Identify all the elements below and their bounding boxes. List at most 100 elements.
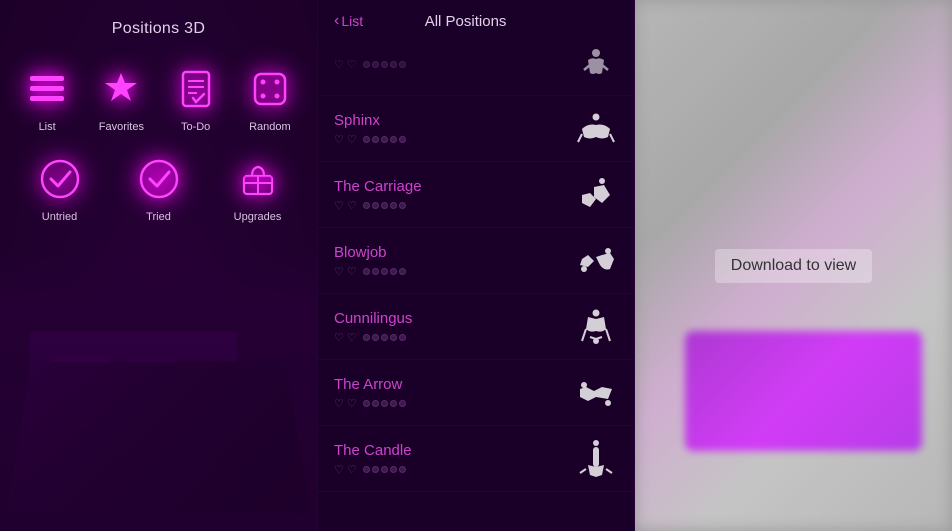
panel1-content: Positions 3D List (0, 0, 317, 243)
list-item-arrow[interactable]: The Arrow ♡ ♡ (318, 360, 634, 426)
dot5 (399, 400, 406, 407)
position-name: The Arrow (334, 376, 573, 393)
position-item-left: Blowjob ♡ ♡ (334, 244, 573, 278)
meta-heart-icons: ♡ ♡ (334, 199, 357, 212)
meta-heart-icons: ♡ ♡ (334, 133, 357, 146)
back-button[interactable]: ‹ List (334, 12, 363, 30)
position-thumb-partial (573, 42, 618, 87)
random-icon (244, 63, 296, 115)
list-item-partial[interactable]: ♡ ♡ (318, 38, 634, 96)
nav-favorites[interactable]: Favorites (89, 63, 153, 133)
icon-grid-main: List Favorites (15, 63, 302, 133)
position-meta: ♡ ♡ (334, 463, 573, 476)
dot1 (363, 136, 370, 143)
meta-dots (363, 268, 406, 275)
download-text[interactable]: Download to view (715, 249, 872, 283)
list-item-blowjob[interactable]: Blowjob ♡ ♡ (318, 228, 634, 294)
meta-dots (363, 61, 406, 68)
dot2 (372, 61, 379, 68)
position-thumb-sphinx (573, 106, 618, 151)
dot1 (363, 268, 370, 275)
panel-download: Download to view (635, 0, 952, 531)
dot4 (390, 268, 397, 275)
todo-icon (170, 63, 222, 115)
panel2-header: ‹ List All Positions (318, 0, 634, 38)
position-name: Blowjob (334, 244, 573, 261)
dot2 (372, 334, 379, 341)
nav-random[interactable]: Random (238, 63, 302, 133)
dot1 (363, 400, 370, 407)
position-name: The Carriage (334, 178, 573, 195)
panel-all-positions: ‹ List All Positions ♡ ♡ (317, 0, 635, 531)
meta-heart-icons: ♡ ♡ (334, 265, 357, 278)
favorites-icon (95, 63, 147, 115)
nav-tried[interactable]: Tried (114, 153, 203, 223)
list-item-carriage[interactable]: The Carriage ♡ ♡ (318, 162, 634, 228)
panel2-nav: ‹ List All Positions (334, 12, 618, 30)
untried-icon (34, 153, 86, 205)
dot1 (363, 466, 370, 473)
position-item-left: Sphinx ♡ ♡ (334, 112, 573, 146)
upgrades-label: Upgrades (234, 211, 282, 223)
dot3 (381, 334, 388, 341)
nav-todo[interactable]: To-Do (164, 63, 228, 133)
list-label: List (39, 121, 56, 133)
dot4 (390, 61, 397, 68)
nav-untried[interactable]: Untried (15, 153, 104, 223)
dot4 (390, 136, 397, 143)
dot5 (399, 202, 406, 209)
back-label: List (341, 13, 363, 29)
dot5 (399, 334, 406, 341)
dot4 (390, 334, 397, 341)
tried-icon (133, 153, 185, 205)
list-item-candle[interactable]: The Candle ♡ ♡ (318, 426, 634, 492)
dot3 (381, 466, 388, 473)
position-name: The Candle (334, 442, 573, 459)
nav-list[interactable]: List (15, 63, 79, 133)
tried-label: Tried (146, 211, 171, 223)
dot3 (381, 400, 388, 407)
list-item-sphinx[interactable]: Sphinx ♡ ♡ (318, 96, 634, 162)
random-label: Random (249, 121, 291, 133)
dot1 (363, 334, 370, 341)
position-item-left: Cunnilingus ♡ ♡ (334, 310, 573, 344)
position-item-left: The Carriage ♡ ♡ (334, 178, 573, 212)
panel3-content: Download to view (635, 0, 952, 531)
dot5 (399, 61, 406, 68)
list-item-cunnilingus[interactable]: Cunnilingus ♡ ♡ (318, 294, 634, 360)
meta-heart-icons: ♡ ♡ (334, 58, 357, 71)
position-meta: ♡ ♡ (334, 397, 573, 410)
dot4 (390, 400, 397, 407)
position-thumb-cunnilingus (573, 304, 618, 349)
meta-heart-icons: ♡ ♡ (334, 331, 357, 344)
position-item-left: ♡ ♡ (334, 58, 573, 71)
dot2 (372, 268, 379, 275)
favorites-label: Favorites (99, 121, 144, 133)
position-thumb-arrow (573, 370, 618, 415)
position-meta: ♡ ♡ (334, 265, 573, 278)
positions-list[interactable]: ♡ ♡ (318, 38, 634, 531)
dot3 (381, 202, 388, 209)
dot3 (381, 61, 388, 68)
meta-dots (363, 136, 406, 143)
position-name: Cunnilingus (334, 310, 573, 327)
panel-positions-3d: Positions 3D List (0, 0, 317, 531)
list-icon (21, 63, 73, 115)
meta-dots (363, 202, 406, 209)
position-thumb-carriage (573, 172, 618, 217)
dot2 (372, 136, 379, 143)
dot3 (381, 136, 388, 143)
nav-upgrades[interactable]: Upgrades (213, 153, 302, 223)
position-meta: ♡ ♡ (334, 58, 573, 71)
position-thumb-blowjob (573, 238, 618, 283)
position-name: Sphinx (334, 112, 573, 129)
dot5 (399, 268, 406, 275)
position-meta: ♡ ♡ (334, 199, 573, 212)
position-thumb-candle (573, 436, 618, 481)
meta-dots (363, 400, 406, 407)
meta-heart-icons: ♡ ♡ (334, 397, 357, 410)
dot2 (372, 400, 379, 407)
dot2 (372, 466, 379, 473)
panel1-title: Positions 3D (15, 20, 302, 38)
back-chevron-icon: ‹ (334, 12, 339, 30)
